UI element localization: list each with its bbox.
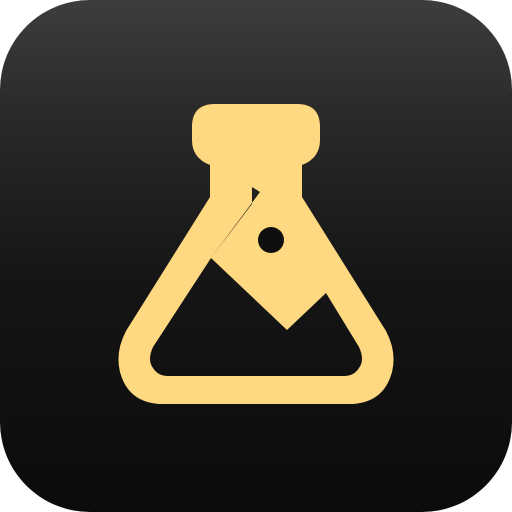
- app-icon-tile: [0, 0, 512, 512]
- flask-body: [118, 104, 394, 404]
- sun-dot: [258, 227, 284, 253]
- flask-with-image-icon: [118, 104, 394, 404]
